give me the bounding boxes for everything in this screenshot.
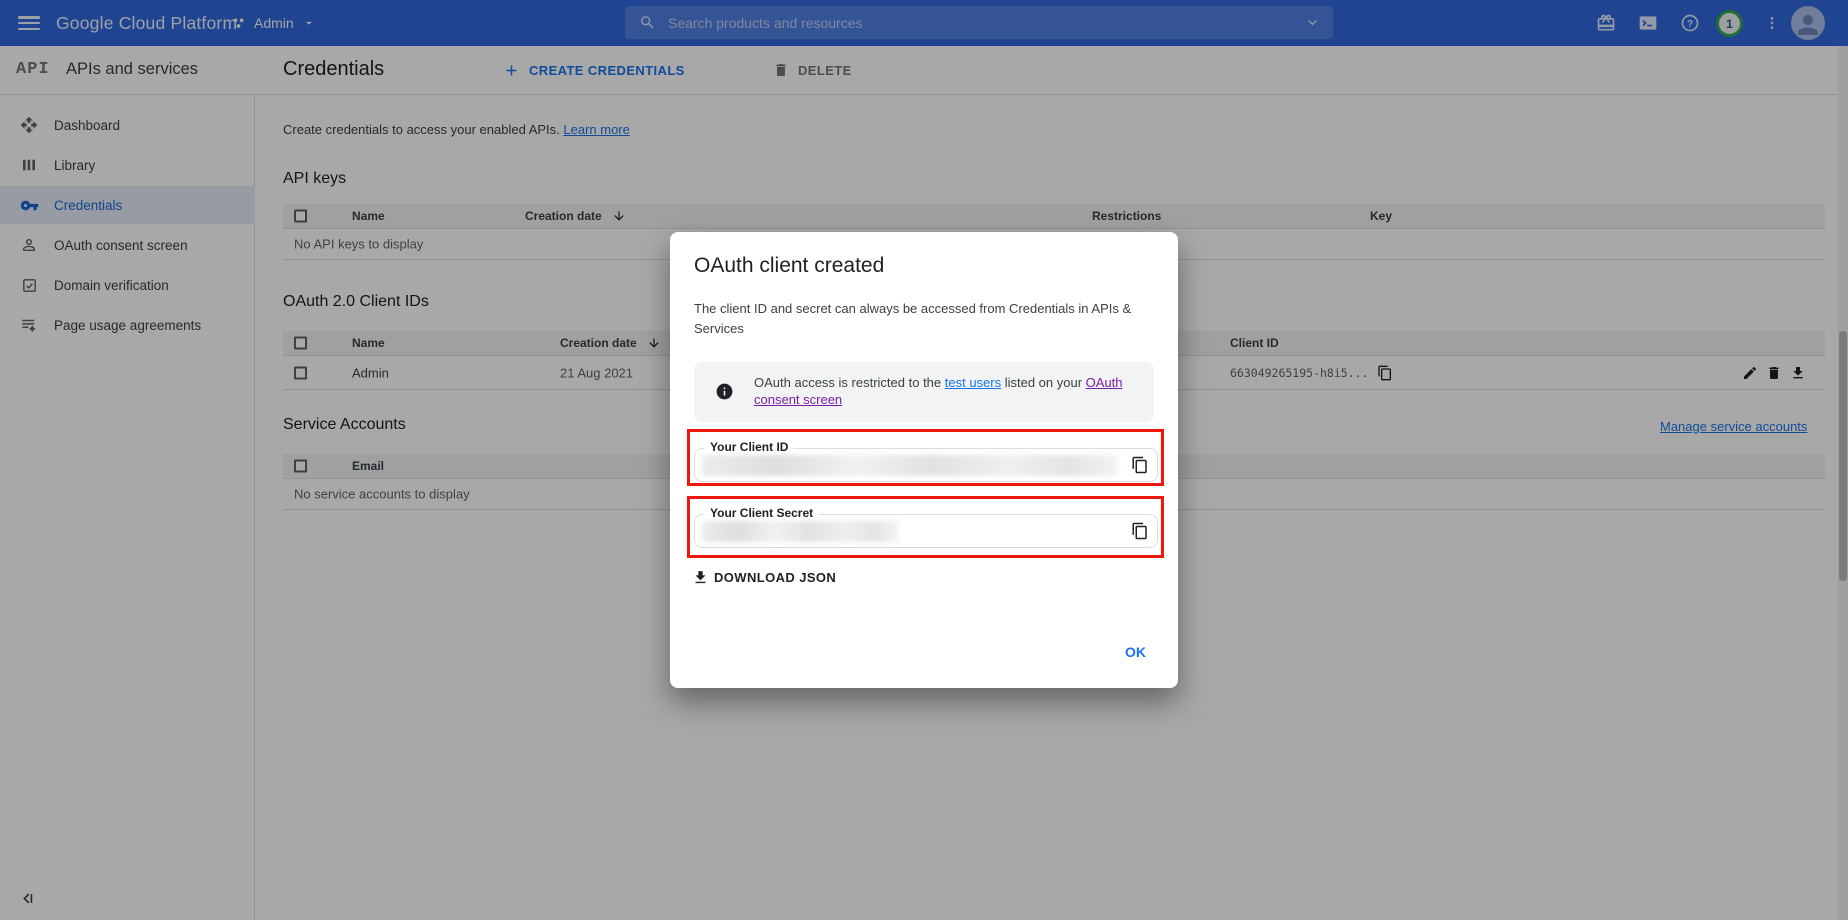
client-secret-value-redacted bbox=[702, 521, 898, 542]
client-id-label: Your Client ID bbox=[705, 440, 793, 454]
dialog-title: OAuth client created bbox=[694, 254, 884, 278]
copy-client-id-icon[interactable] bbox=[1131, 456, 1149, 474]
file-download-icon bbox=[692, 569, 709, 586]
gcp-console: Google Cloud Platform Admin ? bbox=[0, 0, 1848, 920]
client-id-value-redacted bbox=[702, 455, 1118, 476]
ok-button[interactable]: OK bbox=[1113, 636, 1158, 668]
client-secret-label: Your Client Secret bbox=[705, 506, 818, 520]
info-banner-text: OAuth access is restricted to the test u… bbox=[754, 374, 1156, 408]
download-json-label: DOWNLOAD JSON bbox=[714, 570, 836, 585]
client-secret-field: Your Client Secret bbox=[694, 514, 1158, 548]
client-id-field: Your Client ID bbox=[694, 448, 1158, 482]
test-users-link[interactable]: test users bbox=[945, 375, 1001, 390]
info-icon bbox=[715, 382, 734, 401]
dialog-body-text: The client ID and secret can always be a… bbox=[694, 299, 1156, 339]
info-prefix: OAuth access is restricted to the bbox=[754, 375, 945, 390]
download-json-button[interactable]: DOWNLOAD JSON bbox=[692, 569, 836, 586]
copy-client-secret-icon[interactable] bbox=[1131, 522, 1149, 540]
info-banner: OAuth access is restricted to the test u… bbox=[694, 362, 1154, 422]
info-middle: listed on your bbox=[1001, 375, 1086, 390]
oauth-client-created-dialog: OAuth client created The client ID and s… bbox=[670, 232, 1178, 688]
